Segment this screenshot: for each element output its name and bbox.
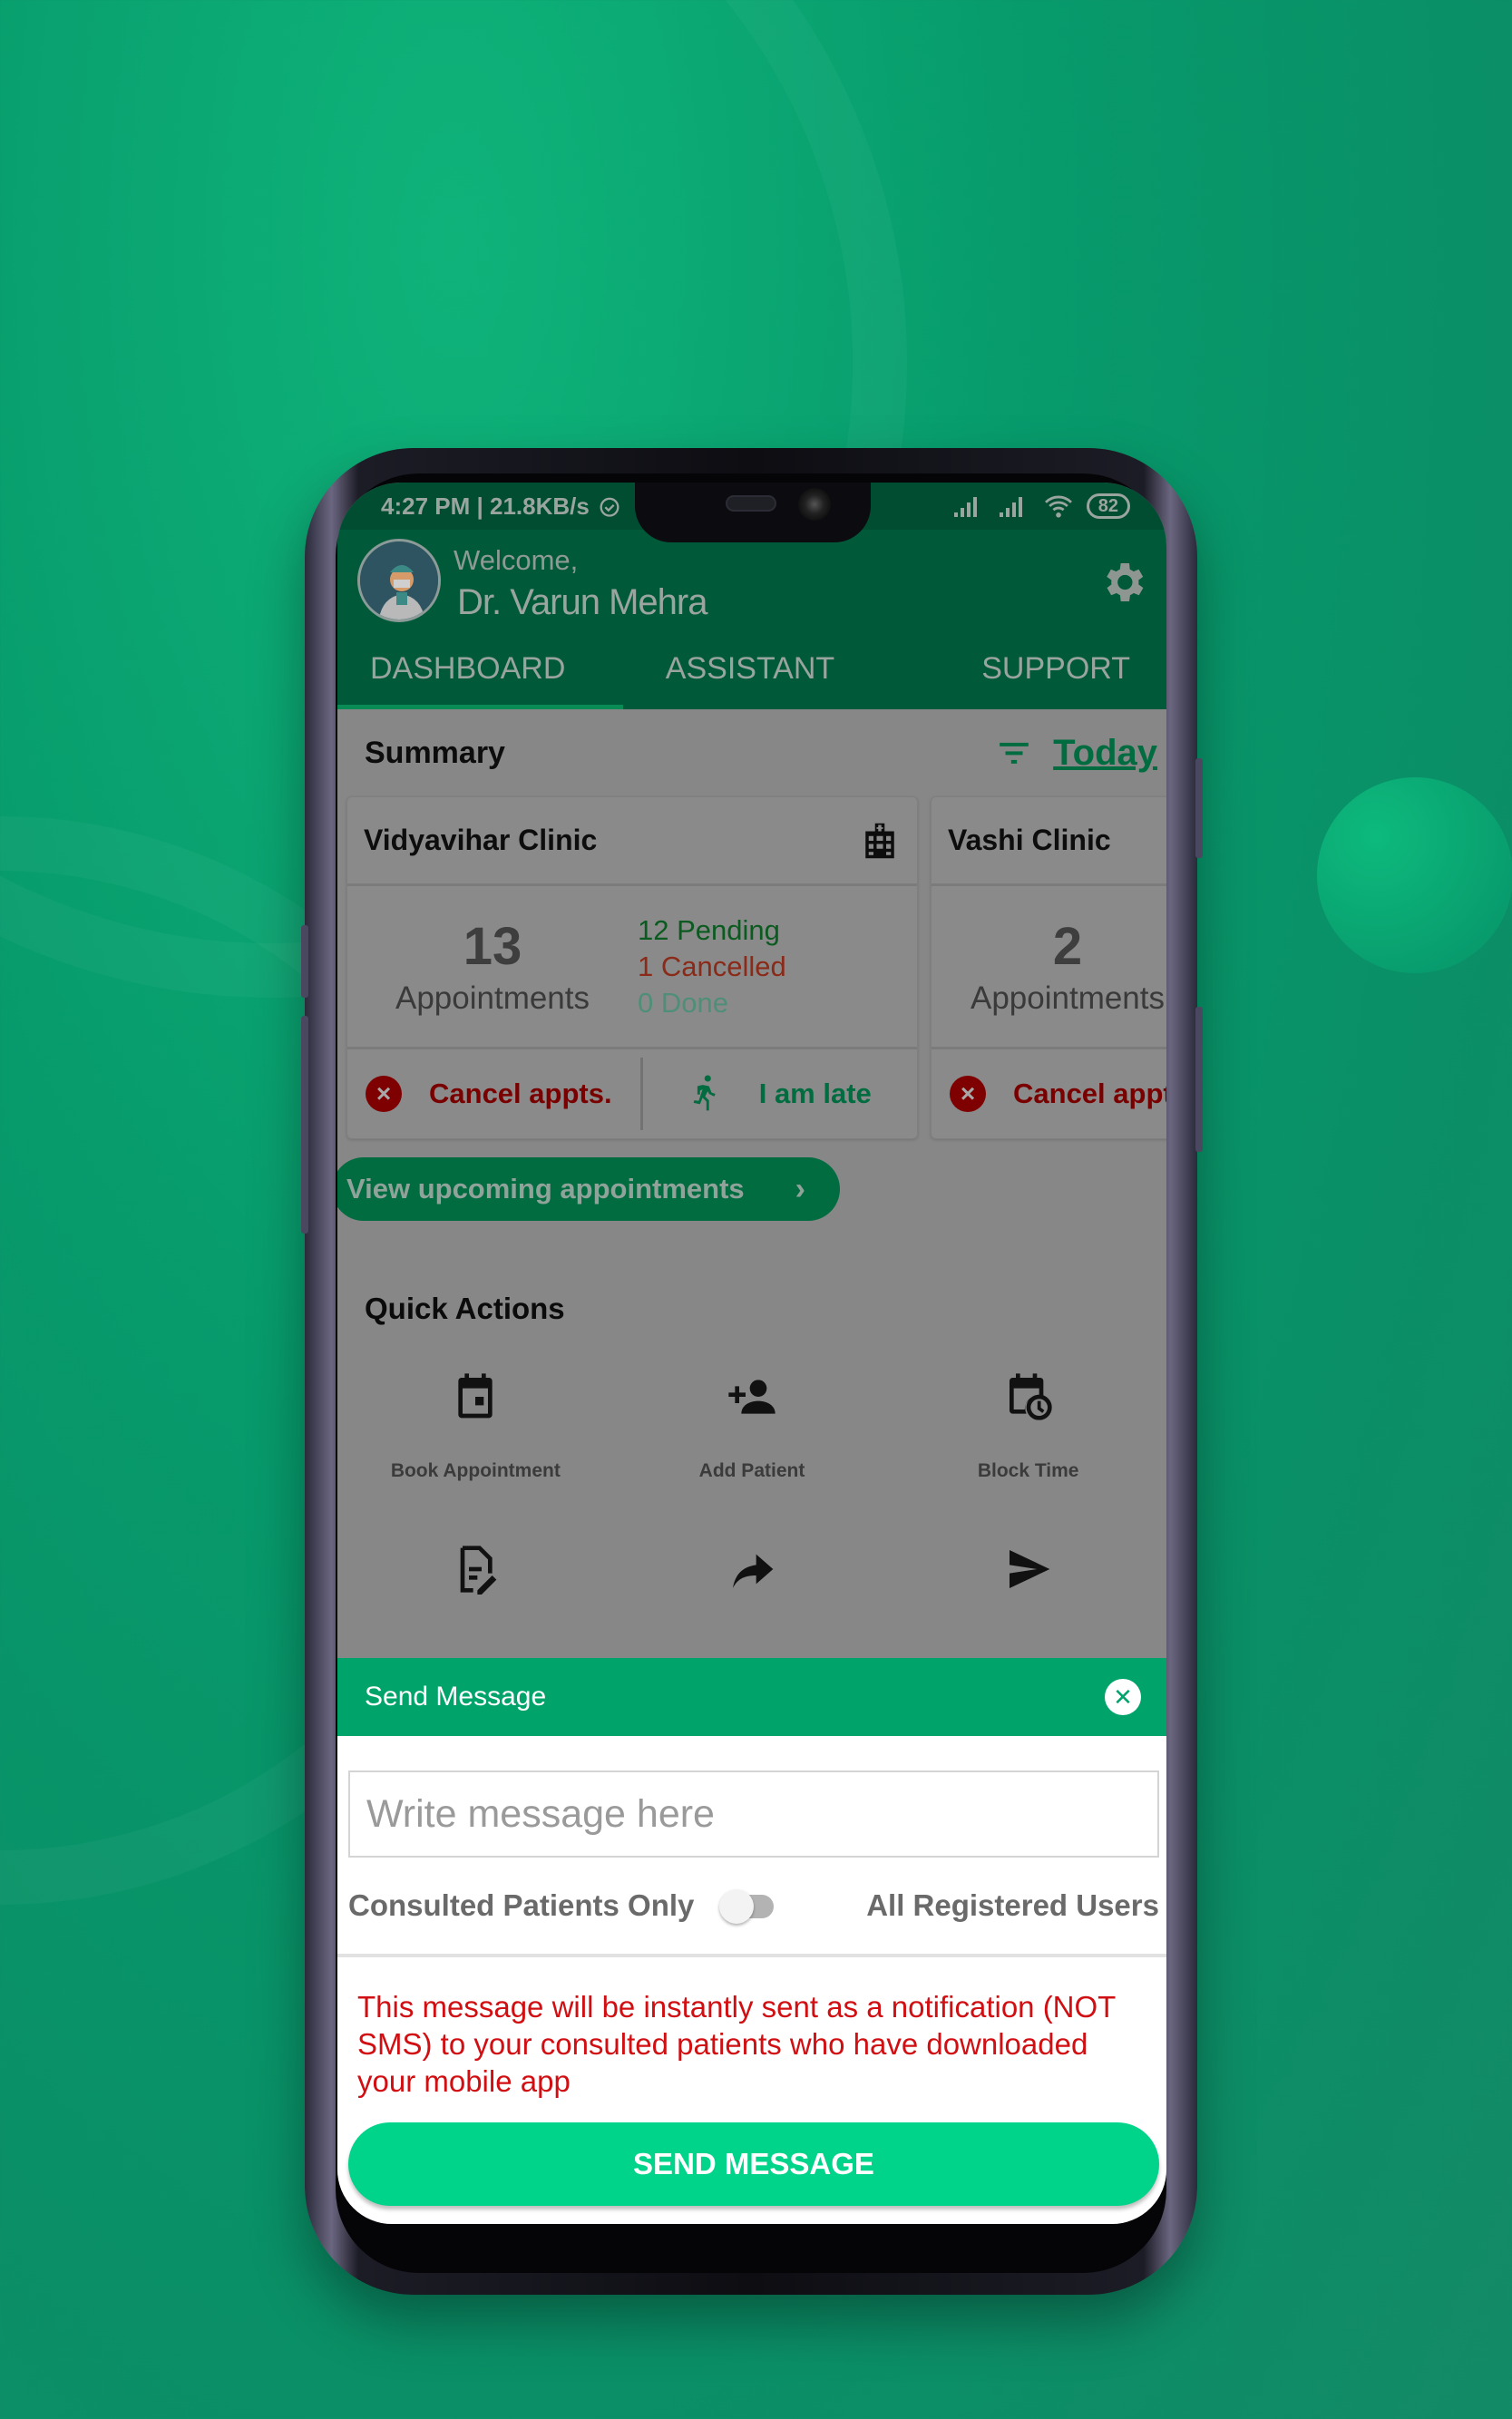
cancelled-count: 1 Cancelled: [638, 950, 786, 982]
power-button: [1195, 758, 1203, 858]
appointment-count-label: Appointments: [395, 980, 590, 1016]
appointment-count-label: Appointments: [970, 980, 1166, 1016]
audience-toggle[interactable]: [719, 1889, 776, 1924]
done-count: 0 Done: [638, 986, 728, 1019]
pending-count: 12 Pending: [638, 913, 780, 946]
share-arrow-icon: [732, 1554, 774, 1588]
all-registered-users-option[interactable]: All Registered Users: [866, 1888, 1159, 1923]
add-person-icon: [728, 1380, 776, 1414]
quick-action-book-appointment[interactable]: Book Appointment: [337, 1353, 614, 1526]
background-sphere: [1317, 777, 1512, 973]
gear-icon[interactable]: [1097, 557, 1148, 608]
volume-button: [301, 1016, 308, 1234]
edit-document-icon: [460, 1546, 497, 1595]
quick-actions-title: Quick Actions: [365, 1292, 565, 1325]
appointment-stats: 12 Pending 1 Cancelled 0 Done: [638, 886, 786, 1047]
cancel-circle-icon: ×: [950, 1076, 986, 1112]
side-button: [1195, 1007, 1203, 1152]
volume-button: [301, 925, 308, 998]
close-icon[interactable]: ✕: [1105, 1679, 1141, 1715]
summary-title: Summary: [365, 735, 505, 770]
tab-assistant[interactable]: ASSISTANT: [623, 628, 876, 709]
earpiece-speaker: [726, 495, 776, 512]
signal-icon: [999, 497, 1022, 517]
summary-header: Summary Today: [337, 709, 1166, 796]
hospital-icon: [865, 823, 894, 858]
chevron-right-icon: ›: [795, 1171, 805, 1206]
clinic-card[interactable]: Vashi Clinic 2 Appointments × Cancel app…: [931, 796, 1166, 1139]
clinic-card[interactable]: Vidyavihar Clinic 13 Appointments 12 Pen…: [346, 796, 918, 1139]
filter-icon: [1000, 742, 1029, 764]
front-camera: [798, 488, 831, 521]
tab-bar: DASHBOARD ASSISTANT SUPPORT: [337, 628, 1166, 709]
cancel-appts-label: Cancel appts.: [429, 1078, 612, 1109]
cancel-circle-icon: ×: [366, 1076, 402, 1112]
date-filter[interactable]: Today: [997, 733, 1157, 774]
alarm-icon: [600, 497, 619, 517]
status-time: 4:27 PM | 21.8KB/s: [381, 492, 590, 520]
app-screen: 4:27 PM | 21.8KB/s 82 Welcome, Dr. Varun…: [337, 483, 1166, 2224]
consulted-patients-option[interactable]: Consulted Patients Only: [348, 1888, 694, 1923]
quick-action-block-time[interactable]: Block Time: [890, 1353, 1166, 1526]
i-am-late-button[interactable]: I am late: [639, 1058, 918, 1130]
quick-action-add-patient[interactable]: Add Patient: [614, 1353, 891, 1526]
doctor-name: Dr. Varun Mehra: [457, 582, 707, 622]
welcome-text: Welcome,: [454, 544, 579, 576]
send-message-button[interactable]: SEND MESSAGE: [348, 2122, 1159, 2206]
filter-label[interactable]: Today: [1053, 733, 1157, 774]
phone-notch: [635, 483, 871, 542]
cancel-appts-button[interactable]: × Cancel appts.: [932, 1049, 1166, 1138]
clinic-name: Vidyavihar Clinic: [364, 824, 598, 856]
battery-indicator: 82: [1086, 493, 1130, 519]
signal-icon: [953, 497, 977, 517]
clinic-cards: Vidyavihar Clinic 13 Appointments 12 Pen…: [337, 796, 1166, 1139]
cancel-appts-label: Cancel appts.: [1013, 1078, 1166, 1109]
view-upcoming-appointments-button[interactable]: View upcoming appointments ›: [337, 1157, 840, 1221]
sheet-title: Send Message: [365, 1682, 547, 1712]
appointment-count: 13: [463, 917, 522, 976]
tab-dashboard[interactable]: DASHBOARD: [337, 628, 624, 709]
clinic-name: Vashi Clinic: [948, 824, 1111, 856]
quick-action-label: Block Time: [977, 1460, 1079, 1481]
send-icon: [1009, 1550, 1049, 1588]
appointment-count: 2: [1052, 917, 1083, 976]
quick-action-label: Book Appointment: [390, 1460, 561, 1481]
doctor-avatar[interactable]: [357, 539, 441, 622]
cancel-appts-button[interactable]: × Cancel appts.: [347, 1049, 640, 1138]
app-header: Welcome, Dr. Varun Mehra: [337, 530, 1166, 628]
sheet-header: Send Message ✕: [337, 1658, 1166, 1736]
audience-toggle-row: Consulted Patients Only All Registered U…: [337, 1858, 1166, 1957]
view-upcoming-label: View upcoming appointments: [346, 1173, 745, 1205]
send-message-sheet: Send Message ✕ Consulted Patients Only A…: [337, 1658, 1166, 2224]
running-person-icon: [693, 1075, 716, 1111]
message-input[interactable]: [348, 1770, 1159, 1858]
wifi-icon: [1044, 495, 1072, 518]
calendar-clock-icon: [1009, 1373, 1052, 1420]
quick-actions-grid: Book Appointment Add Patient Block Time: [337, 1353, 1166, 1698]
calendar-icon: [458, 1373, 493, 1419]
i-am-late-label: I am late: [758, 1078, 872, 1109]
tab-support[interactable]: SUPPORT: [877, 628, 1166, 709]
quick-action-label: Add Patient: [698, 1460, 805, 1481]
notification-notice: This message will be instantly sent as a…: [357, 1990, 1116, 2098]
